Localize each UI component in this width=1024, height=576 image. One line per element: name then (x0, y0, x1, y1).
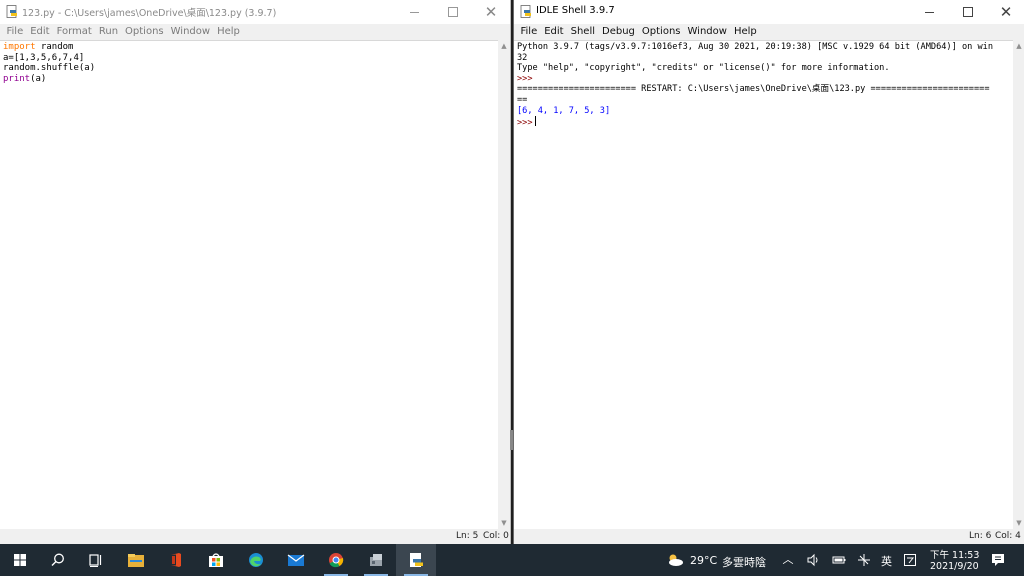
scroll-up-icon[interactable]: ▲ (1013, 42, 1024, 50)
clock-date[interactable]: 2021/9/20 (930, 561, 979, 572)
close-button[interactable]: ✕ (472, 0, 510, 24)
battery-icon[interactable] (832, 553, 846, 567)
network-icon[interactable] (857, 553, 871, 567)
menu-edit[interactable]: Edit (27, 24, 53, 40)
app-icon (370, 554, 382, 566)
column-number: Col: 0 (483, 531, 509, 541)
code-editor[interactable]: import random a=[1,3,5,6,7,4] random.shu… (0, 40, 498, 529)
code-line: print(a) (3, 73, 47, 84)
menu-file[interactable]: File (3, 24, 27, 40)
weather-desc[interactable]: 多雲時陰 (722, 554, 766, 570)
minimize-button[interactable] (911, 0, 949, 24)
search-button[interactable] (38, 544, 78, 576)
code-line: random.shuffle(a) (3, 63, 96, 74)
editor-title: 123.py - C:\Users\james\OneDrive\桌面\123.… (22, 8, 277, 19)
store-button[interactable] (196, 544, 236, 576)
idle-icon (410, 553, 423, 567)
office-icon (171, 553, 181, 567)
app-button[interactable] (356, 544, 396, 576)
chrome-button[interactable] (316, 544, 356, 576)
menu-help[interactable]: Help (730, 24, 760, 40)
mail-button[interactable] (276, 544, 316, 576)
restart-line: ======================= RESTART: C:\User… (517, 84, 990, 95)
scroll-up-icon[interactable]: ▲ (498, 42, 510, 50)
start-button[interactable] (0, 544, 40, 576)
edge-icon (249, 553, 263, 567)
idle-taskbar-button[interactable] (396, 544, 436, 576)
task-view-icon (89, 554, 102, 567)
scroll-down-icon[interactable]: ▼ (498, 519, 510, 527)
shell-statusbar: Ln: 6 Col: 4 (514, 529, 1024, 544)
search-icon (51, 553, 64, 566)
menu-debug[interactable]: Debug (599, 24, 639, 40)
editor-window: 123.py - C:\Users\james\OneDrive\桌面\123.… (0, 0, 511, 544)
python-file-icon (6, 5, 17, 18)
code-line: import random (3, 42, 74, 52)
office-button[interactable] (156, 544, 196, 576)
maximize-button[interactable] (434, 0, 472, 24)
task-view-button[interactable] (76, 544, 116, 576)
file-explorer-button[interactable] (116, 544, 156, 576)
ime-mode-icon[interactable] (903, 553, 917, 567)
chevron-up-icon[interactable]: ︿ (781, 553, 795, 567)
close-button[interactable]: ✕ (987, 0, 1024, 24)
file-explorer-icon (128, 554, 144, 567)
maximize-button[interactable] (949, 0, 987, 24)
volume-icon[interactable] (806, 553, 820, 567)
menu-options[interactable]: Options (122, 24, 168, 40)
keyword: import (3, 42, 36, 52)
shell-window: IDLE Shell 3.9.7 ✕ File Edit Shell Debug… (513, 0, 1024, 544)
edge-button[interactable] (236, 544, 276, 576)
menu-file[interactable]: File (517, 24, 541, 40)
ime-indicator[interactable]: 英 (881, 553, 892, 569)
store-icon (209, 553, 223, 567)
menu-options[interactable]: Options (638, 24, 684, 40)
shell-titlebar[interactable]: IDLE Shell 3.9.7 ✕ (514, 0, 1024, 24)
weather-temp[interactable]: 29°C (690, 554, 717, 567)
shell-banner: Python 3.9.7 (tags/v3.9.7:1016ef3, Aug 3… (517, 42, 993, 52)
builtin: print (3, 73, 31, 84)
shell-input-line[interactable]: >>> (517, 116, 1013, 129)
column-number: Col: 4 (995, 531, 1021, 541)
windows-icon (14, 554, 26, 566)
shell-title: IDLE Shell 3.9.7 (536, 5, 615, 16)
shell-output[interactable]: Python 3.9.7 (tags/v3.9.7:1016ef3, Aug 3… (514, 40, 1013, 529)
line-number: Ln: 6 (969, 531, 992, 541)
menu-run[interactable]: Run (95, 24, 121, 40)
shell-menubar: File Edit Shell Debug Options Window Hel… (514, 24, 1024, 40)
minimize-button[interactable] (396, 0, 434, 24)
restart-line: == (517, 94, 528, 105)
vertical-scrollbar[interactable]: ▲ ▼ (1013, 40, 1024, 529)
mail-icon (287, 554, 305, 566)
scroll-down-icon[interactable]: ▼ (1013, 519, 1024, 527)
editor-menubar: File Edit Format Run Options Window Help (0, 24, 510, 40)
vertical-scrollbar[interactable]: ▲ ▼ (498, 40, 510, 529)
menu-help[interactable]: Help (214, 24, 244, 40)
taskbar: 29°C 多雲時陰 ︿ 英 下午 11:53 2021/9/20 (0, 544, 1024, 576)
menu-window[interactable]: Window (684, 24, 730, 40)
shell-prompt: >>> (517, 118, 533, 129)
editor-statusbar: Ln: 5 Col: 0 (0, 529, 510, 544)
weather-icon[interactable] (666, 553, 684, 567)
menu-shell[interactable]: Shell (567, 24, 598, 40)
menu-window[interactable]: Window (167, 24, 213, 40)
shell-prompt: >>> (517, 73, 533, 84)
clock-time[interactable]: 下午 11:53 (930, 547, 979, 561)
chrome-icon (329, 553, 344, 568)
shell-banner: Type "help", "copyright", "credits" or "… (517, 63, 890, 74)
program-output: [6, 4, 1, 7, 5, 3] (517, 105, 611, 116)
shell-banner: 32 (517, 52, 528, 63)
line-number: Ln: 5 (456, 531, 479, 541)
menu-format[interactable]: Format (53, 24, 95, 40)
code-line: a=[1,3,5,6,7,4] (3, 52, 85, 63)
menu-edit[interactable]: Edit (541, 24, 567, 40)
notification-icon[interactable] (990, 553, 1006, 567)
text-caret (534, 116, 536, 127)
idle-icon (520, 5, 531, 18)
editor-titlebar[interactable]: 123.py - C:\Users\james\OneDrive\桌面\123.… (0, 0, 510, 24)
